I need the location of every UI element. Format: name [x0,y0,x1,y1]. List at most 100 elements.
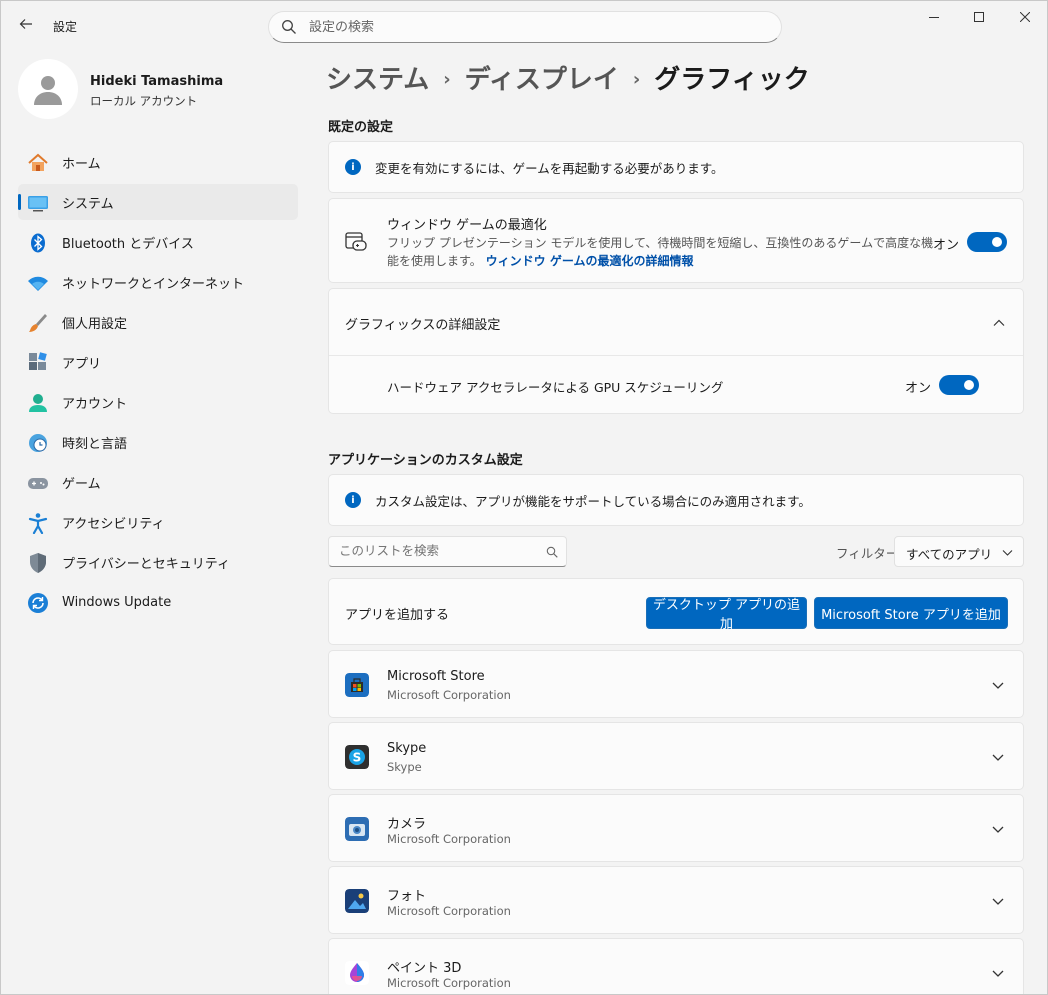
window-game-toggle[interactable] [967,232,1007,252]
gpu-scheduling-toggle[interactable] [939,375,979,395]
app-list-search-input[interactable] [339,543,539,558]
sidebar-item-time-language[interactable]: 時刻と言語 [18,424,298,460]
app-name: Skype [387,741,427,756]
sidebar-item-bluetooth[interactable]: Bluetooth とデバイス [18,224,298,260]
profile-account-type: ローカル アカウント [90,94,198,108]
skype-icon: S [345,745,369,769]
user-profile[interactable]: Hideki Tamashima ローカル アカウント [18,59,298,121]
breadcrumb: システム › ディスプレイ › グラフィック [326,59,810,96]
sidebar-item-apps[interactable]: アプリ [18,344,298,380]
sidebar-item-accessibility[interactable]: アクセシビリティ [18,504,298,540]
window-game-toggle-state: オン [933,238,960,253]
breadcrumb-separator: › [443,69,451,90]
accessibility-icon [28,513,48,534]
page-title: グラフィック [654,65,810,95]
system-icon [28,196,48,212]
sidebar-item-label: アクセシビリティ [62,516,165,532]
sidebar-item-accounts[interactable]: アカウント [18,384,298,420]
sidebar-item-label: システム [62,196,114,212]
sidebar-item-label: 個人用設定 [62,316,128,332]
gamepad-icon [28,478,48,489]
app-list-item[interactable]: カメラ Microsoft Corporation [328,794,1024,862]
paint-3d-icon [345,961,369,985]
title-bar: 設定 [1,1,1047,49]
sidebar-item-label: Windows Update [62,594,172,610]
chevron-down-icon[interactable] [991,894,1005,908]
filter-dropdown[interactable]: すべてのアプリ [894,536,1024,567]
chevron-down-icon[interactable] [991,966,1005,980]
microsoft-store-icon [345,673,369,697]
advanced-graphics-header[interactable]: グラフィックスの詳細設定 [329,289,1023,356]
app-publisher: Microsoft Corporation [387,688,511,702]
app-name: Microsoft Store [387,669,485,684]
settings-search-input[interactable] [309,19,749,35]
app-title: 設定 [53,20,78,34]
maximize-button[interactable] [956,1,1002,33]
breadcrumb-system[interactable]: システム [326,65,429,95]
add-app-card: アプリを追加する デスクトップ アプリの追加 Microsoft Store ア… [328,578,1024,645]
advanced-graphics-title: グラフィックスの詳細設定 [345,318,501,333]
sidebar-item-system[interactable]: システム [18,184,298,220]
defaults-section-title: 既定の設定 [328,120,394,135]
sidebar-item-windows-update[interactable]: Windows Update [18,584,298,620]
window-game-icon [345,232,367,251]
account-icon [29,394,47,412]
restart-notice-card: i 変更を有効にするには、ゲームを再起動する必要があります。 [328,141,1024,193]
close-icon [1020,12,1030,22]
app-name: カメラ [387,817,427,832]
sidebar-item-label: 時刻と言語 [62,436,128,452]
filter-label: フィルター: [836,546,903,561]
gpu-scheduling-label: ハードウェア アクセラレータによる GPU スケジューリング [387,380,724,395]
sidebar-item-gaming[interactable]: ゲーム [18,464,298,500]
app-list-item[interactable]: Microsoft Store Microsoft Corporation [328,650,1024,718]
filter-dropdown-value: すべてのアプリ [906,547,993,562]
app-list-item[interactable]: フォト Microsoft Corporation [328,866,1024,934]
chevron-down-icon[interactable] [991,678,1005,692]
close-button[interactable] [1002,1,1047,33]
windows-update-icon [28,593,48,613]
sidebar-nav: ホーム システム Bluetooth とデバイス ネットワークとインターネット … [18,144,298,624]
back-button[interactable] [15,13,37,35]
add-store-app-button[interactable]: Microsoft Store アプリを追加 [814,597,1008,629]
sidebar-item-personalization[interactable]: 個人用設定 [18,304,298,340]
add-app-label: アプリを追加する [345,608,450,623]
app-list-item[interactable]: S Skype Skype [328,722,1024,790]
sidebar-item-network[interactable]: ネットワークとインターネット [18,264,298,300]
custom-notice-card: i カスタム設定は、アプリが機能をサポートしている場合にのみ適用されます。 [328,474,1024,526]
add-desktop-app-button[interactable]: デスクトップ アプリの追加 [646,597,807,632]
photos-icon [345,889,369,913]
svg-text:S: S [353,751,362,765]
window-game-learn-more-link[interactable]: ウィンドウ ゲームの最適化の詳細情報 [486,254,694,268]
window-game-description-line2: 能を使用します。 [387,254,482,268]
breadcrumb-separator: › [632,69,641,90]
sidebar-item-label: Bluetooth とデバイス [62,236,194,252]
apps-icon [29,352,47,370]
window-game-description-line1: フリップ プレゼンテーション モデルを使用して、待機時間を短縮し、互換性のあるゲ… [387,236,934,250]
settings-search-box[interactable] [268,11,782,43]
maximize-icon [974,12,984,22]
sidebar-item-label: ホーム [62,156,101,172]
avatar [18,59,78,119]
minimize-icon [929,17,939,18]
sidebar-item-home[interactable]: ホーム [18,144,298,180]
shield-icon [30,553,46,573]
app-name: フォト [387,889,427,904]
app-list-item[interactable]: ペイント 3D Microsoft Corporation [328,938,1024,994]
sidebar-item-label: プライバシーとセキュリティ [62,556,230,572]
chevron-down-icon [1002,550,1013,556]
sidebar-item-privacy-security[interactable]: プライバシーとセキュリティ [18,544,298,580]
app-list-search-box[interactable] [328,536,567,567]
window-game-description: フリップ プレゼンテーション モデルを使用して、待機時間を短縮し、互換性のあるゲ… [387,234,934,270]
sidebar-item-label: アプリ [62,356,102,372]
restart-notice-text: 変更を有効にするには、ゲームを再起動する必要があります。 [375,160,724,176]
bluetooth-icon [31,233,45,253]
camera-icon [345,817,369,841]
breadcrumb-display[interactable]: ディスプレイ [465,65,619,95]
chevron-down-icon[interactable] [991,822,1005,836]
app-name: ペイント 3D [387,961,462,976]
minimize-button[interactable] [911,1,957,33]
app-publisher: Microsoft Corporation [387,904,511,918]
chevron-down-icon[interactable] [991,750,1005,764]
user-avatar-icon [34,76,62,105]
settings-window: 設定 Hideki Tamashima ローカル アカウント ホーム シス [0,0,1048,995]
